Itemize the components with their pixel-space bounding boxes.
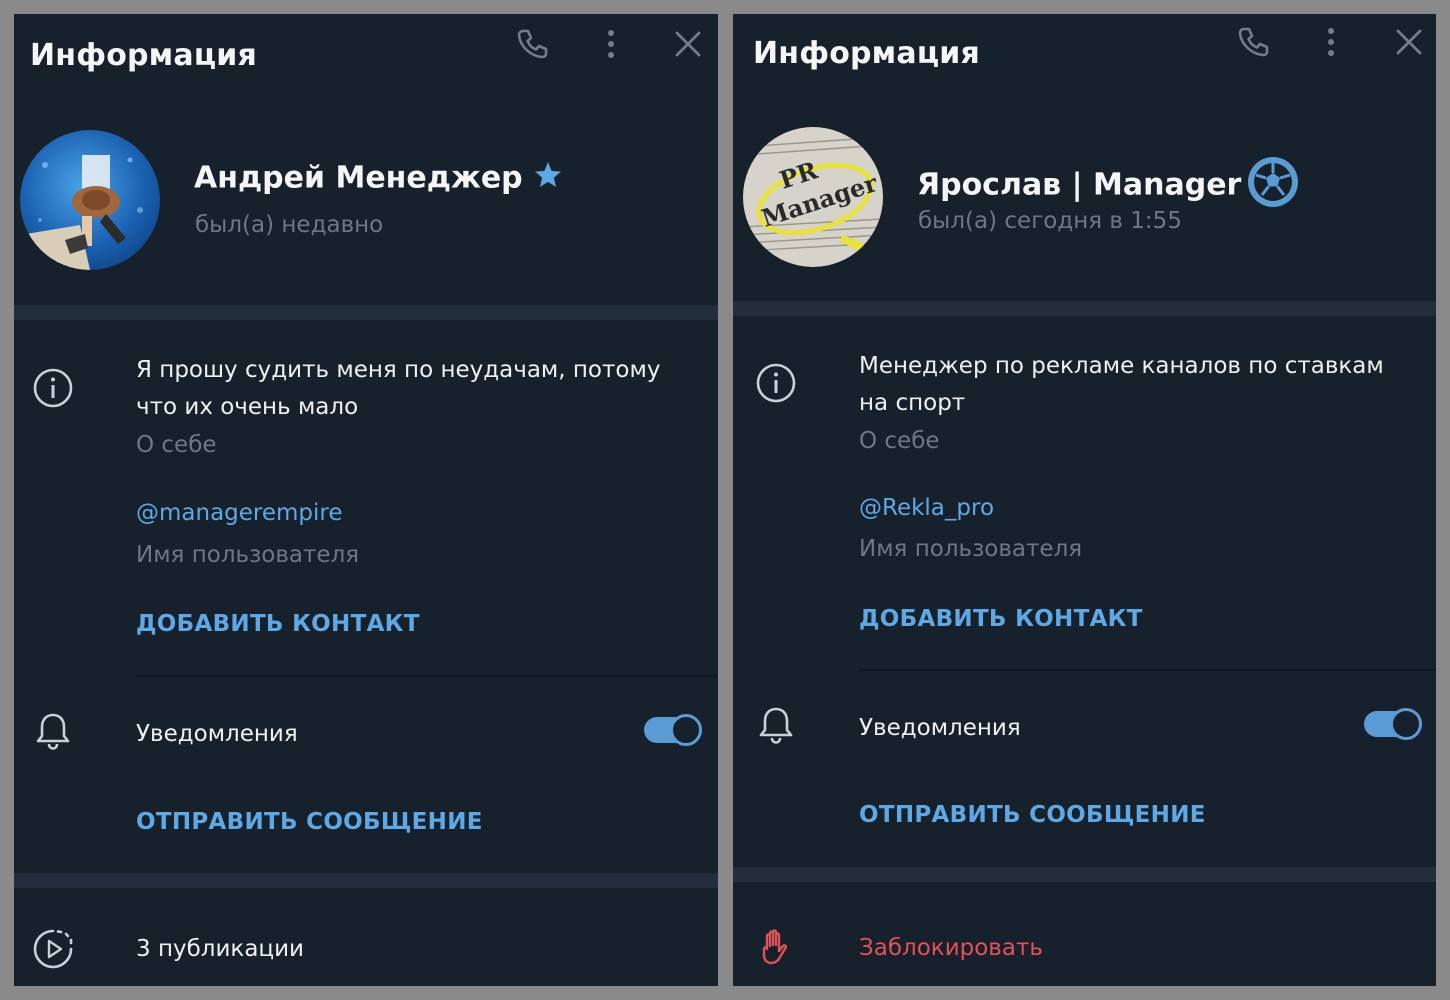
soccer-ball-icon <box>1247 156 1299 216</box>
profile-info-panel-right: Информация PR Manager Ярослав | Manager … <box>733 14 1436 986</box>
username-label: Имя пользователя <box>859 536 1083 562</box>
contact-name: Ярослав | Manager <box>917 156 1299 216</box>
more-options-icon[interactable] <box>1313 24 1349 60</box>
header-title: Информация <box>753 36 980 71</box>
avatar[interactable]: PR Manager <box>743 127 883 267</box>
hand-block-icon <box>755 926 797 968</box>
block-user-button[interactable]: Заблокировать <box>859 930 1419 967</box>
send-message-button[interactable]: ОТПРАВИТЬ СООБЩЕНИЕ <box>136 809 483 835</box>
username-link[interactable]: @Rekla_pro <box>859 495 994 521</box>
notifications-label: Уведомления <box>136 721 298 747</box>
bell-icon <box>755 704 797 746</box>
more-options-icon[interactable] <box>593 26 629 62</box>
notifications-toggle[interactable] <box>1364 708 1422 740</box>
add-contact-button[interactable]: ДОБАВИТЬ КОНТАКТ <box>136 611 420 637</box>
profile-info-panel-left: Информация Андрей Менеджер был(а) недавн… <box>14 14 718 986</box>
contact-name: Андрей Менеджер <box>194 160 563 198</box>
avatar[interactable] <box>20 130 160 270</box>
section-separator <box>733 867 1436 882</box>
toggle-knob <box>1390 708 1422 740</box>
notifications-label: Уведомления <box>859 715 1021 741</box>
phone-icon[interactable] <box>514 26 550 62</box>
add-contact-button[interactable]: ДОБАВИТЬ КОНТАКТ <box>859 606 1143 632</box>
close-icon[interactable] <box>1391 24 1427 60</box>
section-separator <box>14 873 718 888</box>
notifications-toggle[interactable] <box>644 714 702 746</box>
header-title: Информация <box>30 38 257 73</box>
bio-label: О себе <box>136 432 217 458</box>
divider <box>136 675 718 677</box>
bell-icon <box>32 710 74 752</box>
last-seen-status: был(а) недавно <box>195 212 384 238</box>
bio-label: О себе <box>859 428 940 454</box>
bio-text: Менеджер по рекламе каналов по ставкам н… <box>859 353 1384 416</box>
section-separator <box>14 305 718 320</box>
info-icon <box>32 367 74 409</box>
username-link[interactable]: @managerempire <box>136 500 343 526</box>
send-message-button[interactable]: ОТПРАВИТЬ СООБЩЕНИЕ <box>859 802 1206 828</box>
info-icon <box>755 362 797 404</box>
username-label: Имя пользователя <box>136 542 360 568</box>
stories-play-icon <box>32 928 74 970</box>
posts-count[interactable]: 3 публикации <box>136 931 696 968</box>
star-icon <box>533 160 563 198</box>
toggle-knob <box>670 714 702 746</box>
phone-icon[interactable] <box>1235 24 1271 60</box>
last-seen-status: был(а) сегодня в 1:55 <box>918 208 1182 234</box>
divider <box>859 669 1436 671</box>
section-separator <box>733 301 1436 316</box>
bio-text: Я прошу судить меня по неудачам, потому … <box>136 357 661 420</box>
close-icon[interactable] <box>670 26 706 62</box>
